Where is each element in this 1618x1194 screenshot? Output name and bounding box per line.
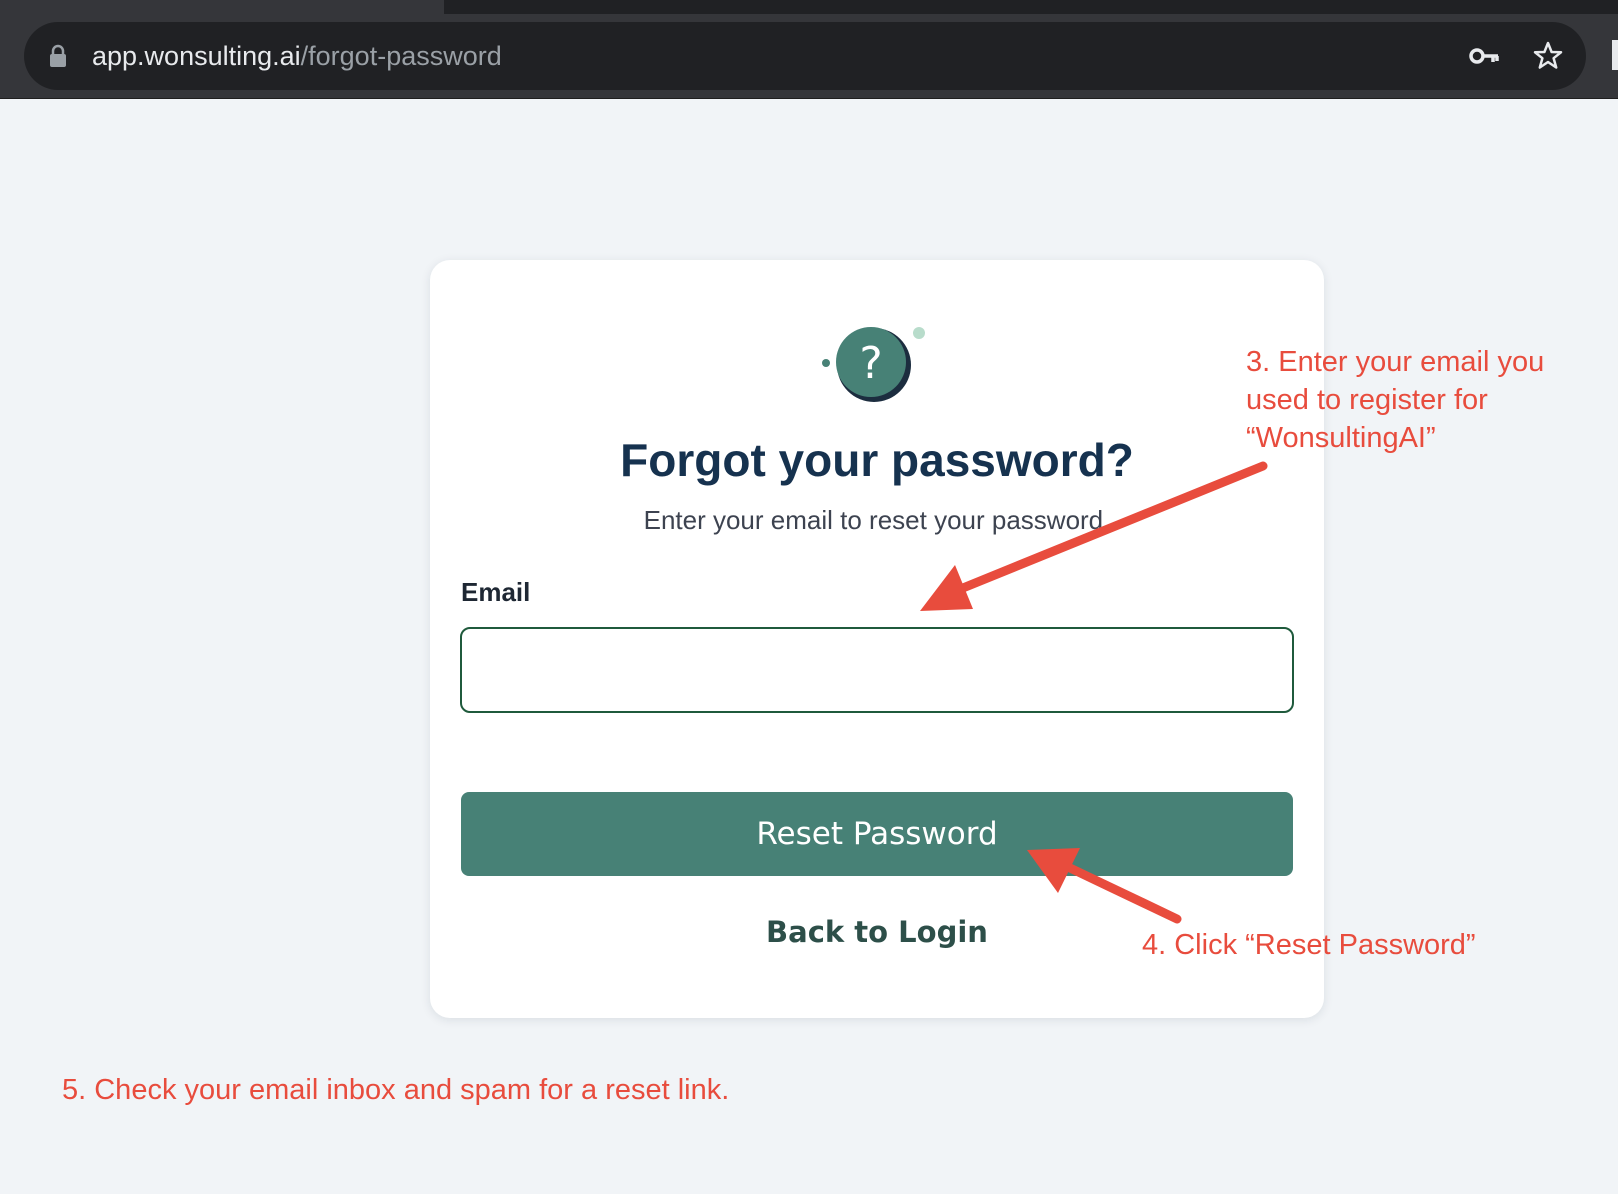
lock-icon[interactable] [48, 44, 68, 68]
annotation-step-3-line: used to register for [1246, 384, 1488, 416]
annotation-step-3: 3. Enter your email you used to register… [1246, 343, 1618, 457]
annotation-step-3-line: “WonsultingAI” [1246, 422, 1436, 454]
question-mark-icon: ? [822, 327, 925, 402]
page-title: Forgot your password? [620, 434, 1134, 486]
annotation-step-4: 4. Click “Reset Password” [1142, 929, 1476, 961]
url-path: /forgot-password [300, 41, 502, 71]
email-field[interactable] [460, 627, 1294, 713]
star-icon[interactable] [1532, 40, 1564, 72]
email-label: Email [461, 577, 531, 607]
reset-password-button[interactable]: Reset Password [461, 792, 1293, 876]
page-subtitle: Enter your email to reset your password. [643, 505, 1111, 535]
svg-text:?: ? [859, 338, 882, 389]
address-url[interactable]: app.wonsulting.ai/forgot-password [92, 39, 502, 73]
key-icon[interactable] [1468, 42, 1500, 70]
url-host: app.wonsulting.ai [92, 41, 301, 71]
annotation-step-5: 5. Check your email inbox and spam for a… [62, 1074, 730, 1106]
browser-tab-strip [0, 0, 444, 14]
annotation-step-3-line: 3. Enter your email you [1246, 346, 1545, 378]
extension-icon-edge [1612, 40, 1618, 70]
